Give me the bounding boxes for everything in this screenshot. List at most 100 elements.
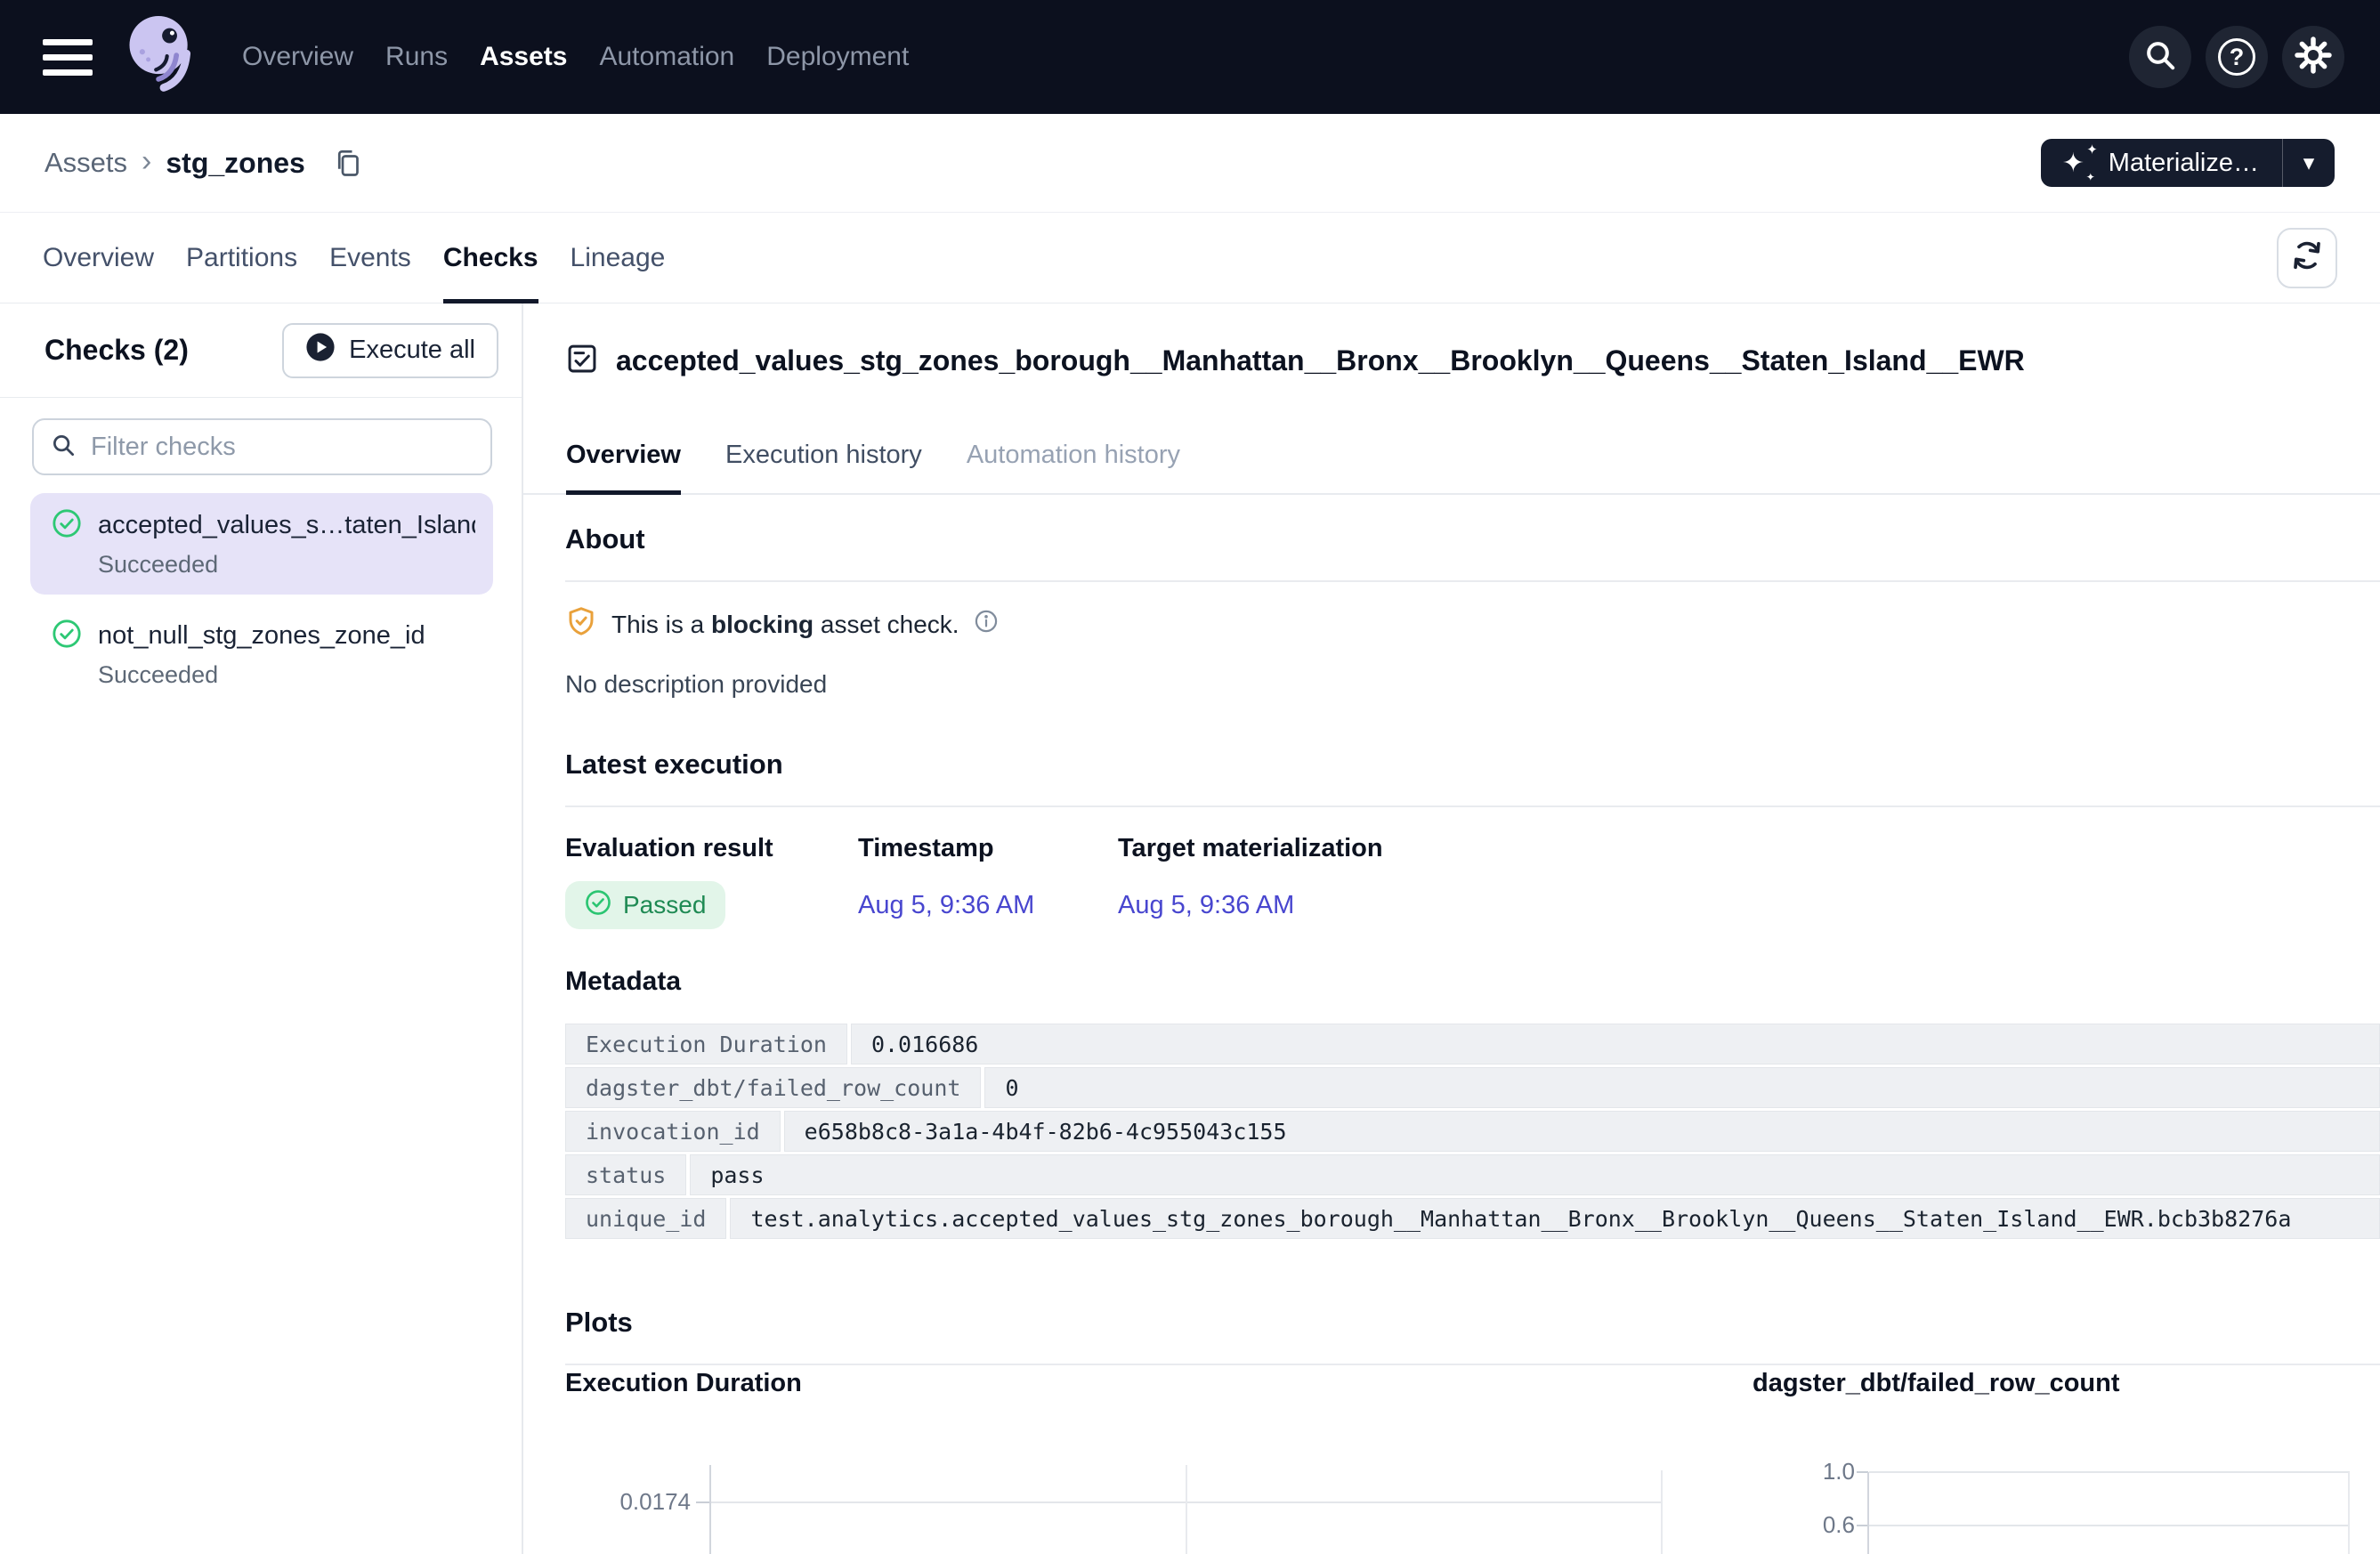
nav-assets[interactable]: Assets — [480, 42, 567, 72]
gridline — [1869, 1471, 2350, 1473]
metadata-key: Execution Duration — [565, 1024, 847, 1064]
metadata-key: unique_id — [565, 1198, 726, 1239]
tab-lineage[interactable]: Lineage — [571, 213, 666, 303]
sparkles-icon: ✦✦✦ — [2064, 148, 2094, 178]
column-timestamp: Timestamp — [858, 834, 1118, 863]
refresh-button[interactable] — [2277, 228, 2337, 288]
check-title-row: accepted_values_stg_zones_borough__Manha… — [523, 304, 2380, 417]
tab-checks[interactable]: Checks — [443, 213, 538, 303]
metadata-value: e658b8c8-3a1a-4b4f-82b6-4c955043c155 — [784, 1111, 2380, 1152]
execute-all-button[interactable]: Execute all — [282, 323, 498, 378]
subtab-automation-history: Automation history — [967, 417, 1180, 493]
help-button[interactable]: ? — [2206, 26, 2268, 88]
gear-icon — [2294, 36, 2333, 79]
table-row: status pass — [565, 1154, 2380, 1195]
gridline — [2348, 1472, 2350, 1554]
metadata-key: status — [565, 1154, 686, 1195]
metadata-value: pass — [690, 1154, 2380, 1195]
section-divider — [565, 580, 2380, 582]
latest-execution-heading: Latest execution — [565, 749, 2380, 781]
latest-execution-headers: Evaluation result Timestamp Target mater… — [565, 834, 2380, 863]
table-row: unique_id test.analytics.accepted_values… — [565, 1198, 2380, 1239]
check-detail-tabs: Overview Execution history Automation hi… — [523, 417, 2380, 495]
column-evaluation-result: Evaluation result — [565, 834, 858, 863]
tab-overview[interactable]: Overview — [43, 213, 154, 303]
asset-check-icon — [565, 342, 599, 380]
refresh-icon — [2289, 238, 2325, 278]
blocking-note: This is a blocking asset check. — [565, 605, 2380, 643]
metadata-value: 0.016686 — [851, 1024, 2380, 1064]
section-divider — [565, 1364, 2380, 1365]
about-heading: About — [565, 523, 2380, 555]
metadata-value: 0 — [984, 1067, 2380, 1108]
top-nav: Overview Runs Assets Automation Deployme… — [0, 0, 2380, 114]
subtab-overview[interactable]: Overview — [566, 417, 681, 493]
plots-heading: Plots — [565, 1307, 2380, 1339]
status-badge-label: Passed — [623, 891, 706, 919]
check-name: accepted_values_s…taten_Island_ — [98, 511, 475, 540]
target-materialization-link[interactable]: Aug 5, 9:36 AM — [1118, 891, 1294, 919]
search-button[interactable] — [2129, 26, 2191, 88]
section-divider — [565, 805, 2380, 807]
dagster-app: Overview Runs Assets Automation Deployme… — [0, 0, 2380, 1554]
checks-sidebar: Checks (2) Execute all — [0, 304, 523, 1554]
nav-deployment[interactable]: Deployment — [766, 42, 909, 72]
table-row: dagster_dbt/failed_row_count 0 — [565, 1067, 2380, 1108]
page-header: Assets › stg_zones ✦✦✦ Materialize… ▾ — [0, 114, 2380, 213]
check-name: not_null_stg_zones_zone_id — [98, 621, 475, 651]
caret-down-icon: ▾ — [2303, 150, 2315, 176]
metadata-value: test.analytics.accepted_values_stg_zones… — [730, 1198, 2380, 1239]
materialize-button[interactable]: ✦✦✦ Materialize… — [2041, 139, 2282, 187]
search-icon — [50, 432, 77, 463]
gridline — [1186, 1465, 1187, 1554]
checks-sidebar-header: Checks (2) Execute all — [0, 304, 522, 398]
settings-button[interactable] — [2282, 26, 2344, 88]
nav-automation[interactable]: Automation — [599, 42, 734, 72]
breadcrumb-assets-link[interactable]: Assets — [45, 147, 127, 179]
nav-overview[interactable]: Overview — [242, 42, 353, 72]
status-badge: Passed — [565, 881, 725, 929]
asset-tabs: Overview Partitions Events Checks Lineag… — [0, 213, 2380, 304]
list-item-not-null[interactable]: not_null_stg_zones_zone_id Succeeded — [30, 603, 493, 705]
y-axis-tick-label: 0.6 — [1771, 1511, 1855, 1539]
search-icon — [2142, 37, 2178, 77]
nav-runs[interactable]: Runs — [385, 42, 448, 72]
metadata-key: dagster_dbt/failed_row_count — [565, 1067, 981, 1108]
y-axis-tick-label: 0.0174 — [566, 1488, 691, 1516]
materialize-dropdown-button[interactable]: ▾ — [2283, 139, 2335, 187]
hamburger-menu-icon[interactable] — [43, 39, 93, 76]
check-circle-icon — [52, 619, 82, 653]
check-title: accepted_values_stg_zones_borough__Manha… — [616, 344, 2025, 377]
help-icon: ? — [2218, 38, 2255, 76]
y-axis-line — [709, 1465, 711, 1554]
metadata-key: invocation_id — [565, 1111, 781, 1152]
column-target-materialization: Target materialization — [1118, 834, 1383, 863]
description-text: No description provided — [565, 670, 2380, 699]
metadata-table: Execution Duration 0.016686 dagster_dbt/… — [565, 1024, 2380, 1239]
play-circle-icon — [305, 332, 336, 369]
top-nav-items: Overview Runs Assets Automation Deployme… — [242, 42, 909, 72]
checks-list: accepted_values_s…taten_Island_ Succeede… — [0, 490, 522, 705]
shield-check-icon — [565, 605, 597, 643]
execute-all-label: Execute all — [349, 336, 475, 365]
latest-execution-values: Passed Aug 5, 9:36 AM Aug 5, 9:36 AM — [565, 881, 2380, 929]
tab-events[interactable]: Events — [329, 213, 411, 303]
page-title: stg_zones — [166, 147, 304, 180]
filter-checks-input[interactable] — [89, 432, 474, 463]
y-axis-line — [1867, 1472, 1869, 1554]
blocking-text: This is a blocking asset check. — [611, 611, 959, 639]
tab-partitions[interactable]: Partitions — [186, 213, 297, 303]
check-status: Succeeded — [98, 661, 475, 689]
check-circle-icon — [52, 508, 82, 543]
metadata-heading: Metadata — [565, 967, 2380, 997]
copy-icon[interactable] — [332, 147, 364, 179]
info-icon[interactable] — [974, 609, 999, 640]
dagster-logo-icon[interactable] — [119, 7, 201, 107]
filter-checks-box — [32, 418, 492, 475]
y-axis-tick — [696, 1501, 709, 1503]
subtab-execution-history[interactable]: Execution history — [725, 417, 922, 493]
list-item-accepted-values[interactable]: accepted_values_s…taten_Island_ Succeede… — [30, 493, 493, 595]
gridline — [1869, 1525, 2350, 1526]
timestamp-link[interactable]: Aug 5, 9:36 AM — [858, 891, 1034, 919]
body: Checks (2) Execute all — [0, 304, 2380, 1554]
